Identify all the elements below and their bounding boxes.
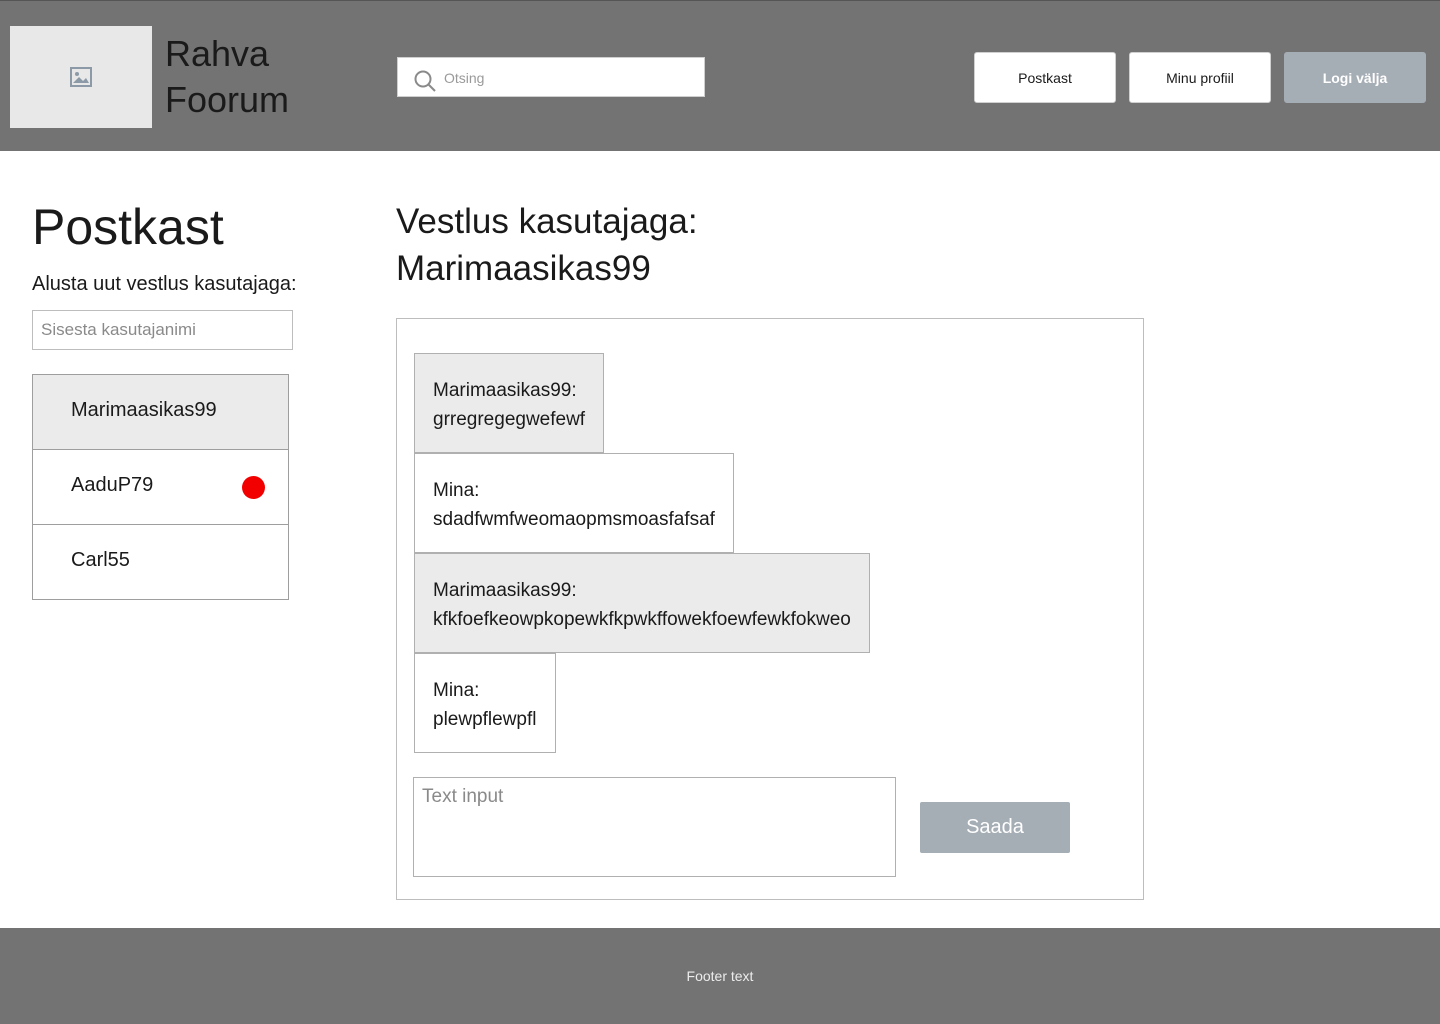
message-sender: Marimaasikas99: <box>433 580 577 601</box>
search-icon <box>414 70 436 92</box>
message-input[interactable] <box>413 777 896 877</box>
conversation-name: Marimaasikas99 <box>71 399 217 421</box>
message-text: kfkfoefkeowpkopewkfkpwkffowekfoewfewkfok… <box>433 609 851 630</box>
message-bubble: Marimaasikas99: kfkfoefkeowpkopewkfkpwkf… <box>414 553 870 653</box>
send-button[interactable]: Saada <box>920 802 1070 853</box>
message-text: sdadfwmfweomaopmsmoasfafsaf <box>433 509 715 530</box>
new-conversation-label: Alusta uut vestlus kasutajaga: <box>32 273 297 295</box>
conversation-name: AaduP79 <box>71 474 154 496</box>
chat-panel: Marimaasikas99: grregregegwefewf Mina: s… <box>396 318 1144 900</box>
message-sender: Mina: <box>433 680 480 701</box>
search-bar[interactable] <box>397 57 705 97</box>
footer: Footer text <box>0 928 1440 1024</box>
message-sender: Marimaasikas99: <box>433 380 577 401</box>
header: Rahva Foorum Postkast Minu profiil Logi … <box>0 0 1440 151</box>
message-text: plewpflewpfl <box>433 709 537 730</box>
conversation-item[interactable]: Marimaasikas99 <box>32 374 289 450</box>
profile-button[interactable]: Minu profiil <box>1129 52 1271 103</box>
chat-title: Vestlus kasutajaga: Marimaasikas99 <box>396 202 698 288</box>
image-placeholder-icon <box>70 67 92 87</box>
inbox-button[interactable]: Postkast <box>974 52 1116 103</box>
message-bubble: Marimaasikas99: grregregegwefewf <box>414 353 605 453</box>
conversation-list: Marimaasikas99 AaduP79 Carl55 <box>32 374 289 600</box>
conversation-item[interactable]: Carl55 <box>32 524 289 600</box>
unread-indicator <box>242 476 265 499</box>
footer-text: Footer text <box>686 968 754 984</box>
logo[interactable] <box>10 26 152 128</box>
logout-button[interactable]: Logi välja <box>1284 52 1426 103</box>
search-input[interactable] <box>442 64 696 92</box>
message-bubble: Mina: plewpflewpfl <box>414 653 556 753</box>
site-title: Rahva Foorum <box>165 33 290 120</box>
page-title: Postkast <box>32 199 224 255</box>
message-bubble: Mina: sdadfwmfweomaopmsmoasfafsaf <box>414 453 734 553</box>
message-text: grregregegwefewf <box>433 409 586 430</box>
conversation-name: Carl55 <box>71 549 130 571</box>
username-input[interactable] <box>32 310 293 350</box>
conversation-item[interactable]: AaduP79 <box>32 449 289 525</box>
message-sender: Mina: <box>433 480 480 501</box>
